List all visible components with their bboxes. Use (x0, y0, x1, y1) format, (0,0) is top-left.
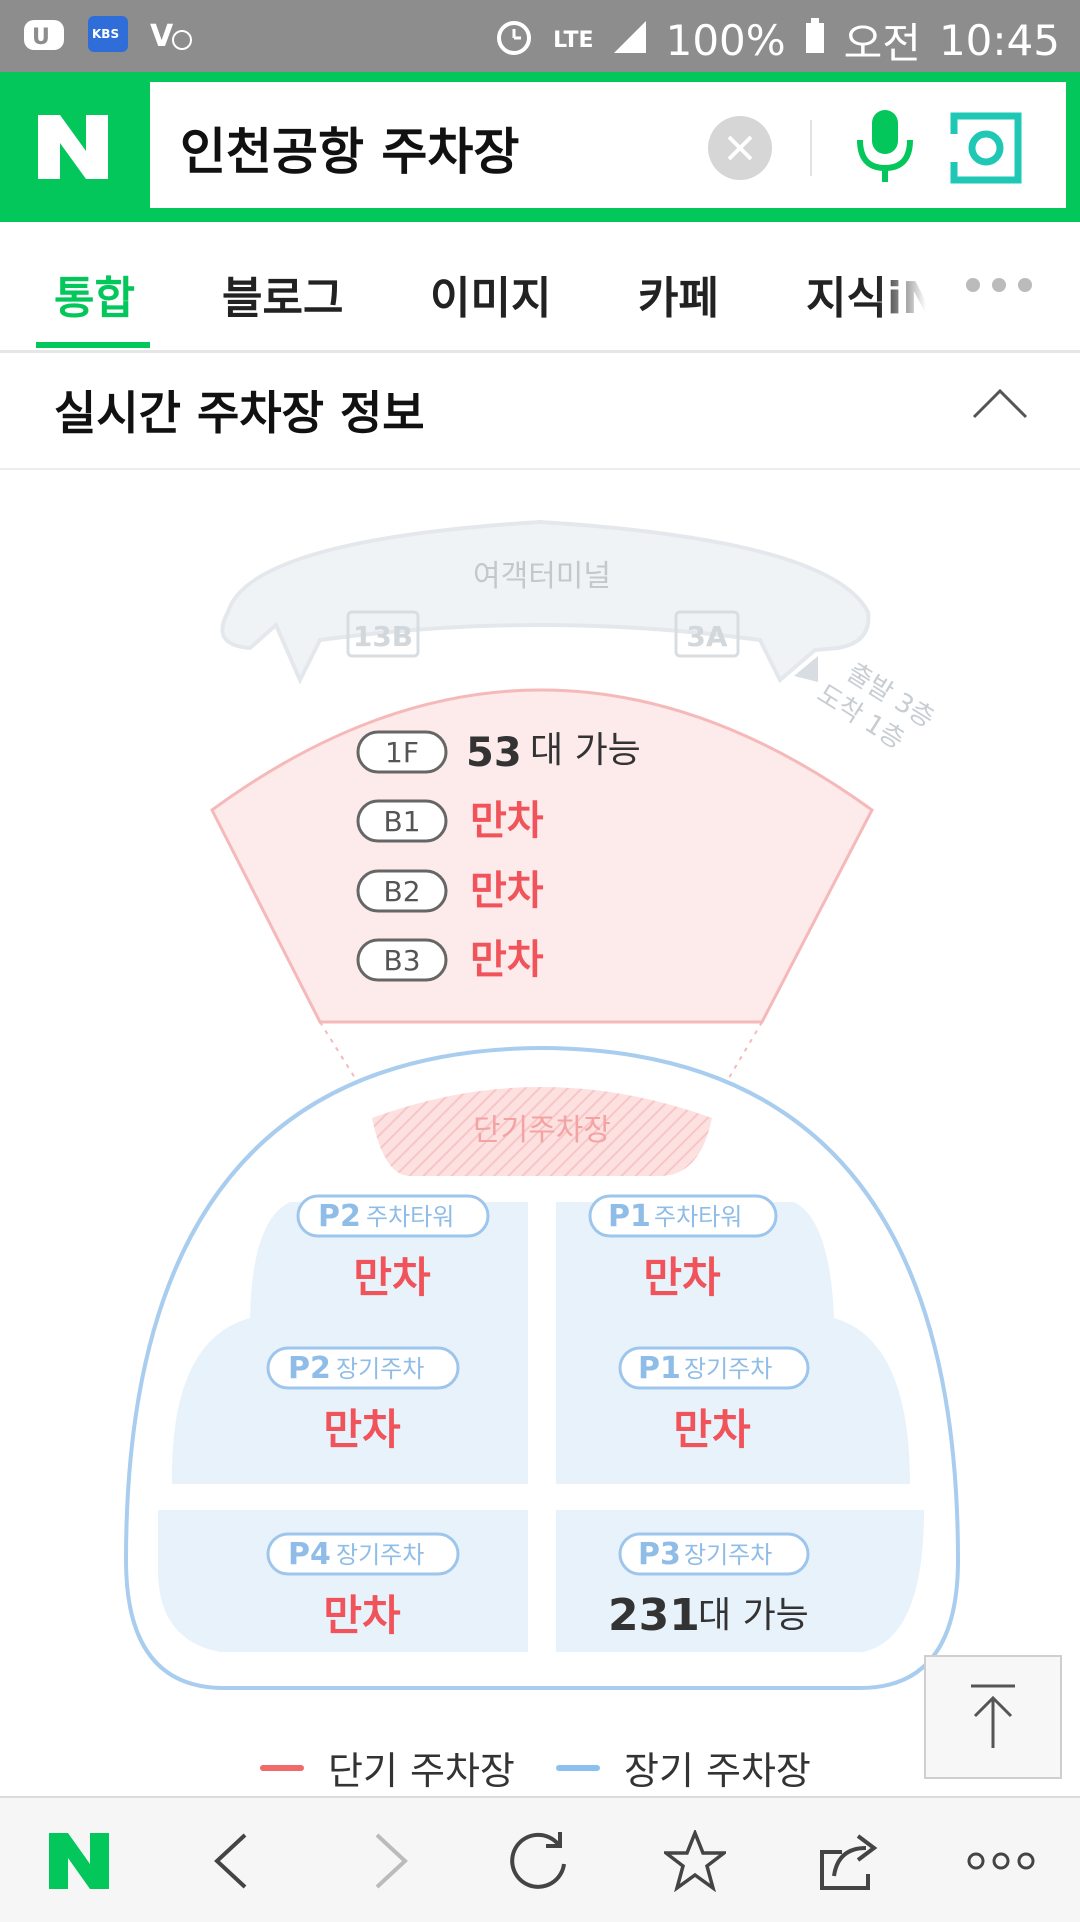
clock: 10:45 (938, 16, 1060, 65)
gate-13b-label: 13B (353, 620, 413, 653)
parking-map: 여객터미널 13B 3A 출발 3층 도착 1층 1F 53 대 가능 B1 만… (123, 519, 961, 1690)
lot-count: 231 (608, 1590, 700, 1641)
lot-name: 장기주차 (684, 1355, 772, 1383)
tab-integrated[interactable]: 통합 (54, 262, 135, 326)
divider (810, 120, 812, 176)
terminal-label: 여객터미널 (473, 559, 611, 594)
lot-code: P4 (288, 1537, 331, 1572)
more-tabs-icon[interactable] (966, 278, 1032, 292)
lot-status: 만차 (323, 1591, 401, 1640)
lot-status: 만차 (673, 1405, 751, 1454)
floor-badge: 1F (385, 736, 419, 769)
floor-badge: B3 (383, 944, 420, 977)
browser-toolbar (0, 1796, 1080, 1922)
lot-name: 주차타워 (654, 1203, 742, 1231)
arrow-up-icon (971, 1684, 1015, 1748)
naver-home-icon[interactable] (44, 1826, 114, 1896)
forward-icon[interactable] (356, 1826, 426, 1896)
alarm-icon (493, 15, 535, 67)
floor-row-1f[interactable]: 1F 53 대 가능 (356, 730, 641, 776)
network-label: LTE (553, 28, 594, 53)
more-menu-icon[interactable] (966, 1826, 1036, 1896)
refresh-icon[interactable] (504, 1826, 574, 1896)
tab-blog[interactable]: 블로그 (222, 262, 343, 326)
svg-text:KBS: KBS (92, 27, 119, 41)
signal-icon (612, 16, 648, 65)
legend-swatch-blue (556, 1764, 600, 1771)
tab-image[interactable]: 이미지 (430, 262, 551, 326)
microphone-icon[interactable] (850, 106, 920, 186)
floor-badge: B1 (383, 805, 420, 838)
naver-logo[interactable] (38, 115, 108, 179)
lot-code: P3 (638, 1537, 681, 1572)
full-status: 만차 (470, 937, 544, 983)
terminal-building (220, 519, 871, 685)
svg-text:V: V (150, 19, 174, 54)
tab-cafe[interactable]: 카페 (638, 262, 719, 326)
battery-percent: 100% (665, 16, 786, 65)
search-bar: 인천공항 주차장 (0, 72, 1080, 222)
lot-unit: 대 가능 (698, 1595, 809, 1636)
lot-status: 만차 (353, 1253, 431, 1302)
search-query[interactable]: 인천공항 주차장 (180, 112, 519, 184)
battery-icon (804, 16, 826, 65)
section-header[interactable]: 실시간 주차장 정보 (0, 353, 1080, 470)
short-term-lot-label: 단기주차장 (473, 1113, 611, 1148)
full-status: 만차 (470, 798, 544, 844)
search-tabs: 통합 블로그 이미지 카페 지식iN (0, 222, 1080, 353)
lot-code: P2 (318, 1199, 361, 1234)
legend-swatch-red (260, 1764, 304, 1771)
lot-code: P1 (608, 1199, 651, 1234)
active-tab-indicator (36, 342, 150, 348)
lot-status: 만차 (643, 1253, 721, 1302)
lot-name: 장기주차 (684, 1541, 772, 1569)
u-plus-icon: U (20, 12, 68, 56)
lot-name: 주차타워 (366, 1203, 454, 1231)
search-input[interactable]: 인천공항 주차장 (150, 82, 1066, 208)
lens-search-icon[interactable] (950, 112, 1022, 184)
tab-knowledge-in[interactable]: 지식iN (806, 262, 926, 326)
legend-long-term: 장기 주차장 (556, 1740, 811, 1795)
lot-code: P2 (288, 1351, 331, 1386)
kbs-news-icon: KBS (84, 12, 132, 56)
legend-label: 장기 주차장 (624, 1749, 811, 1793)
lot-status: 만차 (323, 1405, 401, 1454)
full-status: 만차 (470, 868, 544, 914)
map-legend: 단기 주차장 장기 주차장 (0, 1740, 1080, 1796)
gate-3a-label: 3A (686, 620, 727, 653)
legend-label: 단기 주차장 (328, 1749, 515, 1793)
svg-text:U: U (32, 25, 50, 50)
scroll-to-top-button[interactable] (924, 1655, 1062, 1779)
share-icon[interactable] (814, 1826, 884, 1896)
available-count: 53 (466, 730, 522, 776)
lot-name: 장기주차 (336, 1355, 424, 1383)
lot-code: P1 (638, 1351, 681, 1386)
bookmark-star-icon[interactable] (660, 1826, 730, 1896)
clear-button[interactable] (708, 116, 772, 180)
volte-icon: V (148, 12, 196, 56)
available-unit: 대 가능 (530, 730, 641, 771)
section-title: 실시간 주차장 정보 (54, 386, 425, 440)
back-icon[interactable] (196, 1826, 266, 1896)
lot-name: 장기주차 (336, 1541, 424, 1569)
floor-badge: B2 (383, 875, 420, 908)
ampm-label: 오전 (843, 19, 921, 68)
chevron-up-icon[interactable] (970, 383, 1030, 423)
close-icon (727, 135, 753, 161)
legend-short-term: 단기 주차장 (260, 1740, 515, 1795)
status-bar: U KBS V LTE 100% 오전 10:45 (0, 0, 1080, 72)
